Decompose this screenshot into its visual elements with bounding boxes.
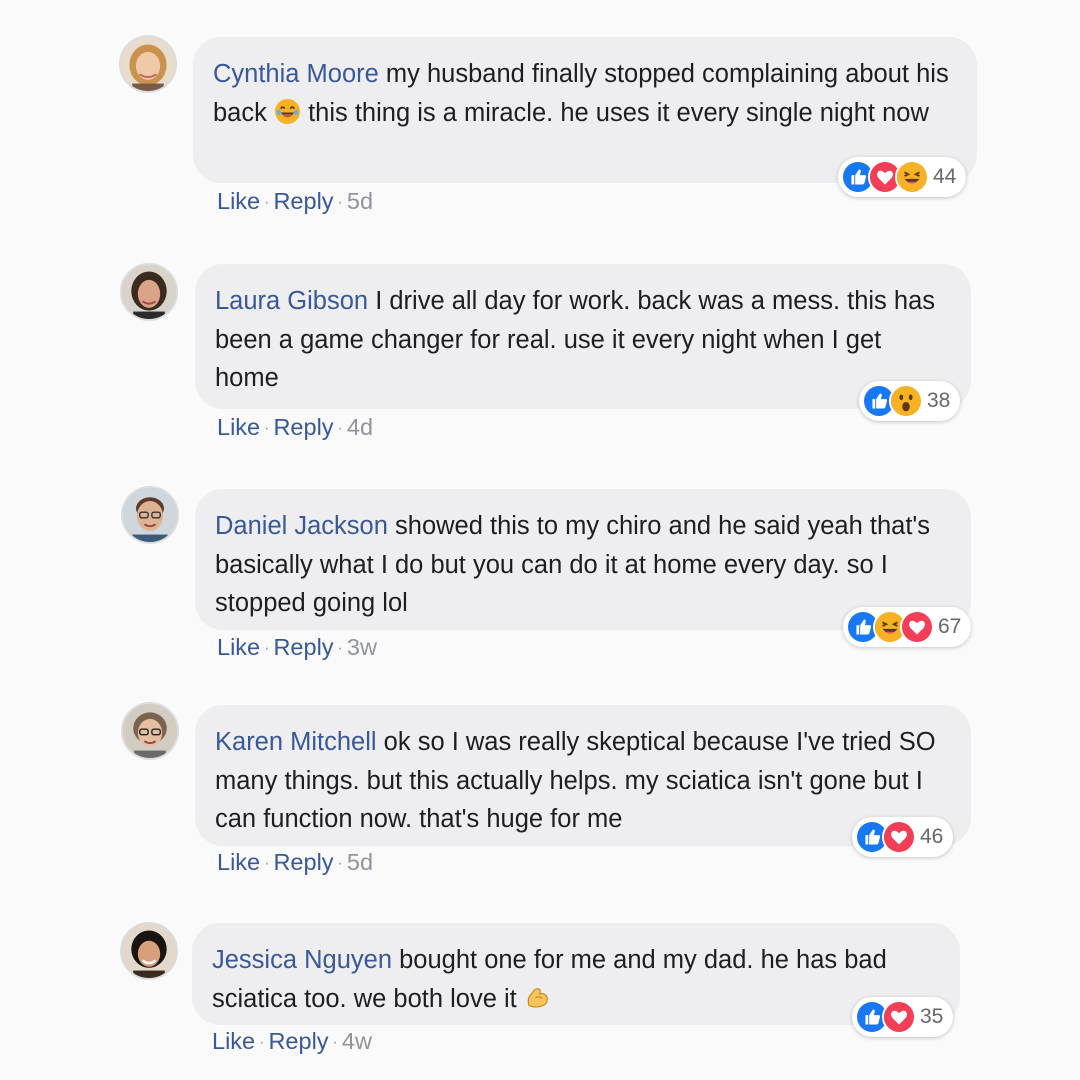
separator: ·: [337, 855, 343, 872]
separator: ·: [264, 194, 270, 211]
like-link[interactable]: Like: [217, 414, 260, 440]
like-link[interactable]: Like: [217, 188, 260, 214]
separator: ·: [264, 855, 270, 872]
reaction-count: 44: [933, 165, 957, 188]
comment-timestamp[interactable]: 5d: [347, 849, 373, 875]
separator: ·: [337, 420, 343, 437]
reaction-summary[interactable]: 46: [852, 817, 954, 857]
flexed-biceps-emoji-icon: [524, 984, 551, 1011]
avatar[interactable]: [120, 922, 178, 980]
reaction-count: 38: [927, 389, 951, 412]
reaction-summary[interactable]: 38: [859, 381, 961, 421]
comment-actions: Like · Reply · 5d: [217, 188, 373, 215]
avatar-photo-icon: [122, 924, 176, 978]
comment-actions: Like · Reply · 5d: [217, 849, 373, 876]
avatar-photo-icon: [122, 265, 176, 319]
comment-author-link[interactable]: Karen Mitchell: [215, 728, 377, 756]
comment-author-link[interactable]: Jessica Nguyen: [212, 946, 392, 974]
separator: ·: [332, 1034, 338, 1051]
reply-link[interactable]: Reply: [268, 1028, 328, 1054]
love-reaction-icon: [882, 1000, 916, 1034]
haha-reaction-icon: [895, 160, 929, 194]
like-link[interactable]: Like: [217, 634, 260, 660]
separator: ·: [259, 1034, 265, 1051]
separator: ·: [264, 420, 270, 437]
comment-timestamp[interactable]: 3w: [347, 634, 377, 660]
reply-link[interactable]: Reply: [273, 849, 333, 875]
comment-actions: Like · Reply · 4w: [212, 1028, 372, 1055]
reaction-summary[interactable]: 67: [843, 607, 972, 647]
separator: ·: [264, 640, 270, 657]
avatar-photo-icon: [123, 704, 177, 758]
like-link[interactable]: Like: [212, 1028, 255, 1054]
comment-actions: Like · Reply · 3w: [217, 634, 377, 661]
comment-timestamp[interactable]: 4d: [347, 414, 373, 440]
comment-author-link[interactable]: Daniel Jackson: [215, 512, 388, 540]
reaction-summary[interactable]: 35: [852, 997, 954, 1037]
avatar[interactable]: [121, 486, 179, 544]
separator: ·: [337, 640, 343, 657]
reply-link[interactable]: Reply: [273, 414, 333, 440]
avatar-photo-icon: [123, 488, 177, 542]
comment-author-link[interactable]: Laura Gibson: [215, 287, 368, 315]
reaction-summary[interactable]: 44: [838, 157, 967, 197]
comment-bubble: Laura Gibson I drive all day for work. b…: [195, 264, 971, 409]
comment-timestamp[interactable]: 5d: [347, 188, 373, 214]
wow-reaction-icon: [889, 384, 923, 418]
reaction-count: 35: [920, 1005, 944, 1028]
avatar[interactable]: [119, 35, 177, 93]
comment-actions: Like · Reply · 4d: [217, 414, 373, 441]
reaction-count: 67: [938, 615, 962, 638]
avatar[interactable]: [120, 263, 178, 321]
avatar-photo-icon: [121, 37, 175, 91]
avatar[interactable]: [121, 702, 179, 760]
comment-author-link[interactable]: Cynthia Moore: [213, 60, 379, 88]
love-reaction-icon: [900, 610, 934, 644]
laughing-tears-emoji-icon: [274, 98, 301, 125]
comment-text-continued: this thing is a miracle. he uses it ever…: [308, 98, 929, 127]
reply-link[interactable]: Reply: [273, 188, 333, 214]
reaction-count: 46: [920, 825, 944, 848]
love-reaction-icon: [882, 820, 916, 854]
like-link[interactable]: Like: [217, 849, 260, 875]
separator: ·: [337, 194, 343, 211]
reply-link[interactable]: Reply: [273, 634, 333, 660]
comment-timestamp[interactable]: 4w: [342, 1028, 372, 1054]
comment-bubble: Jessica Nguyen bought one for me and my …: [192, 923, 960, 1025]
